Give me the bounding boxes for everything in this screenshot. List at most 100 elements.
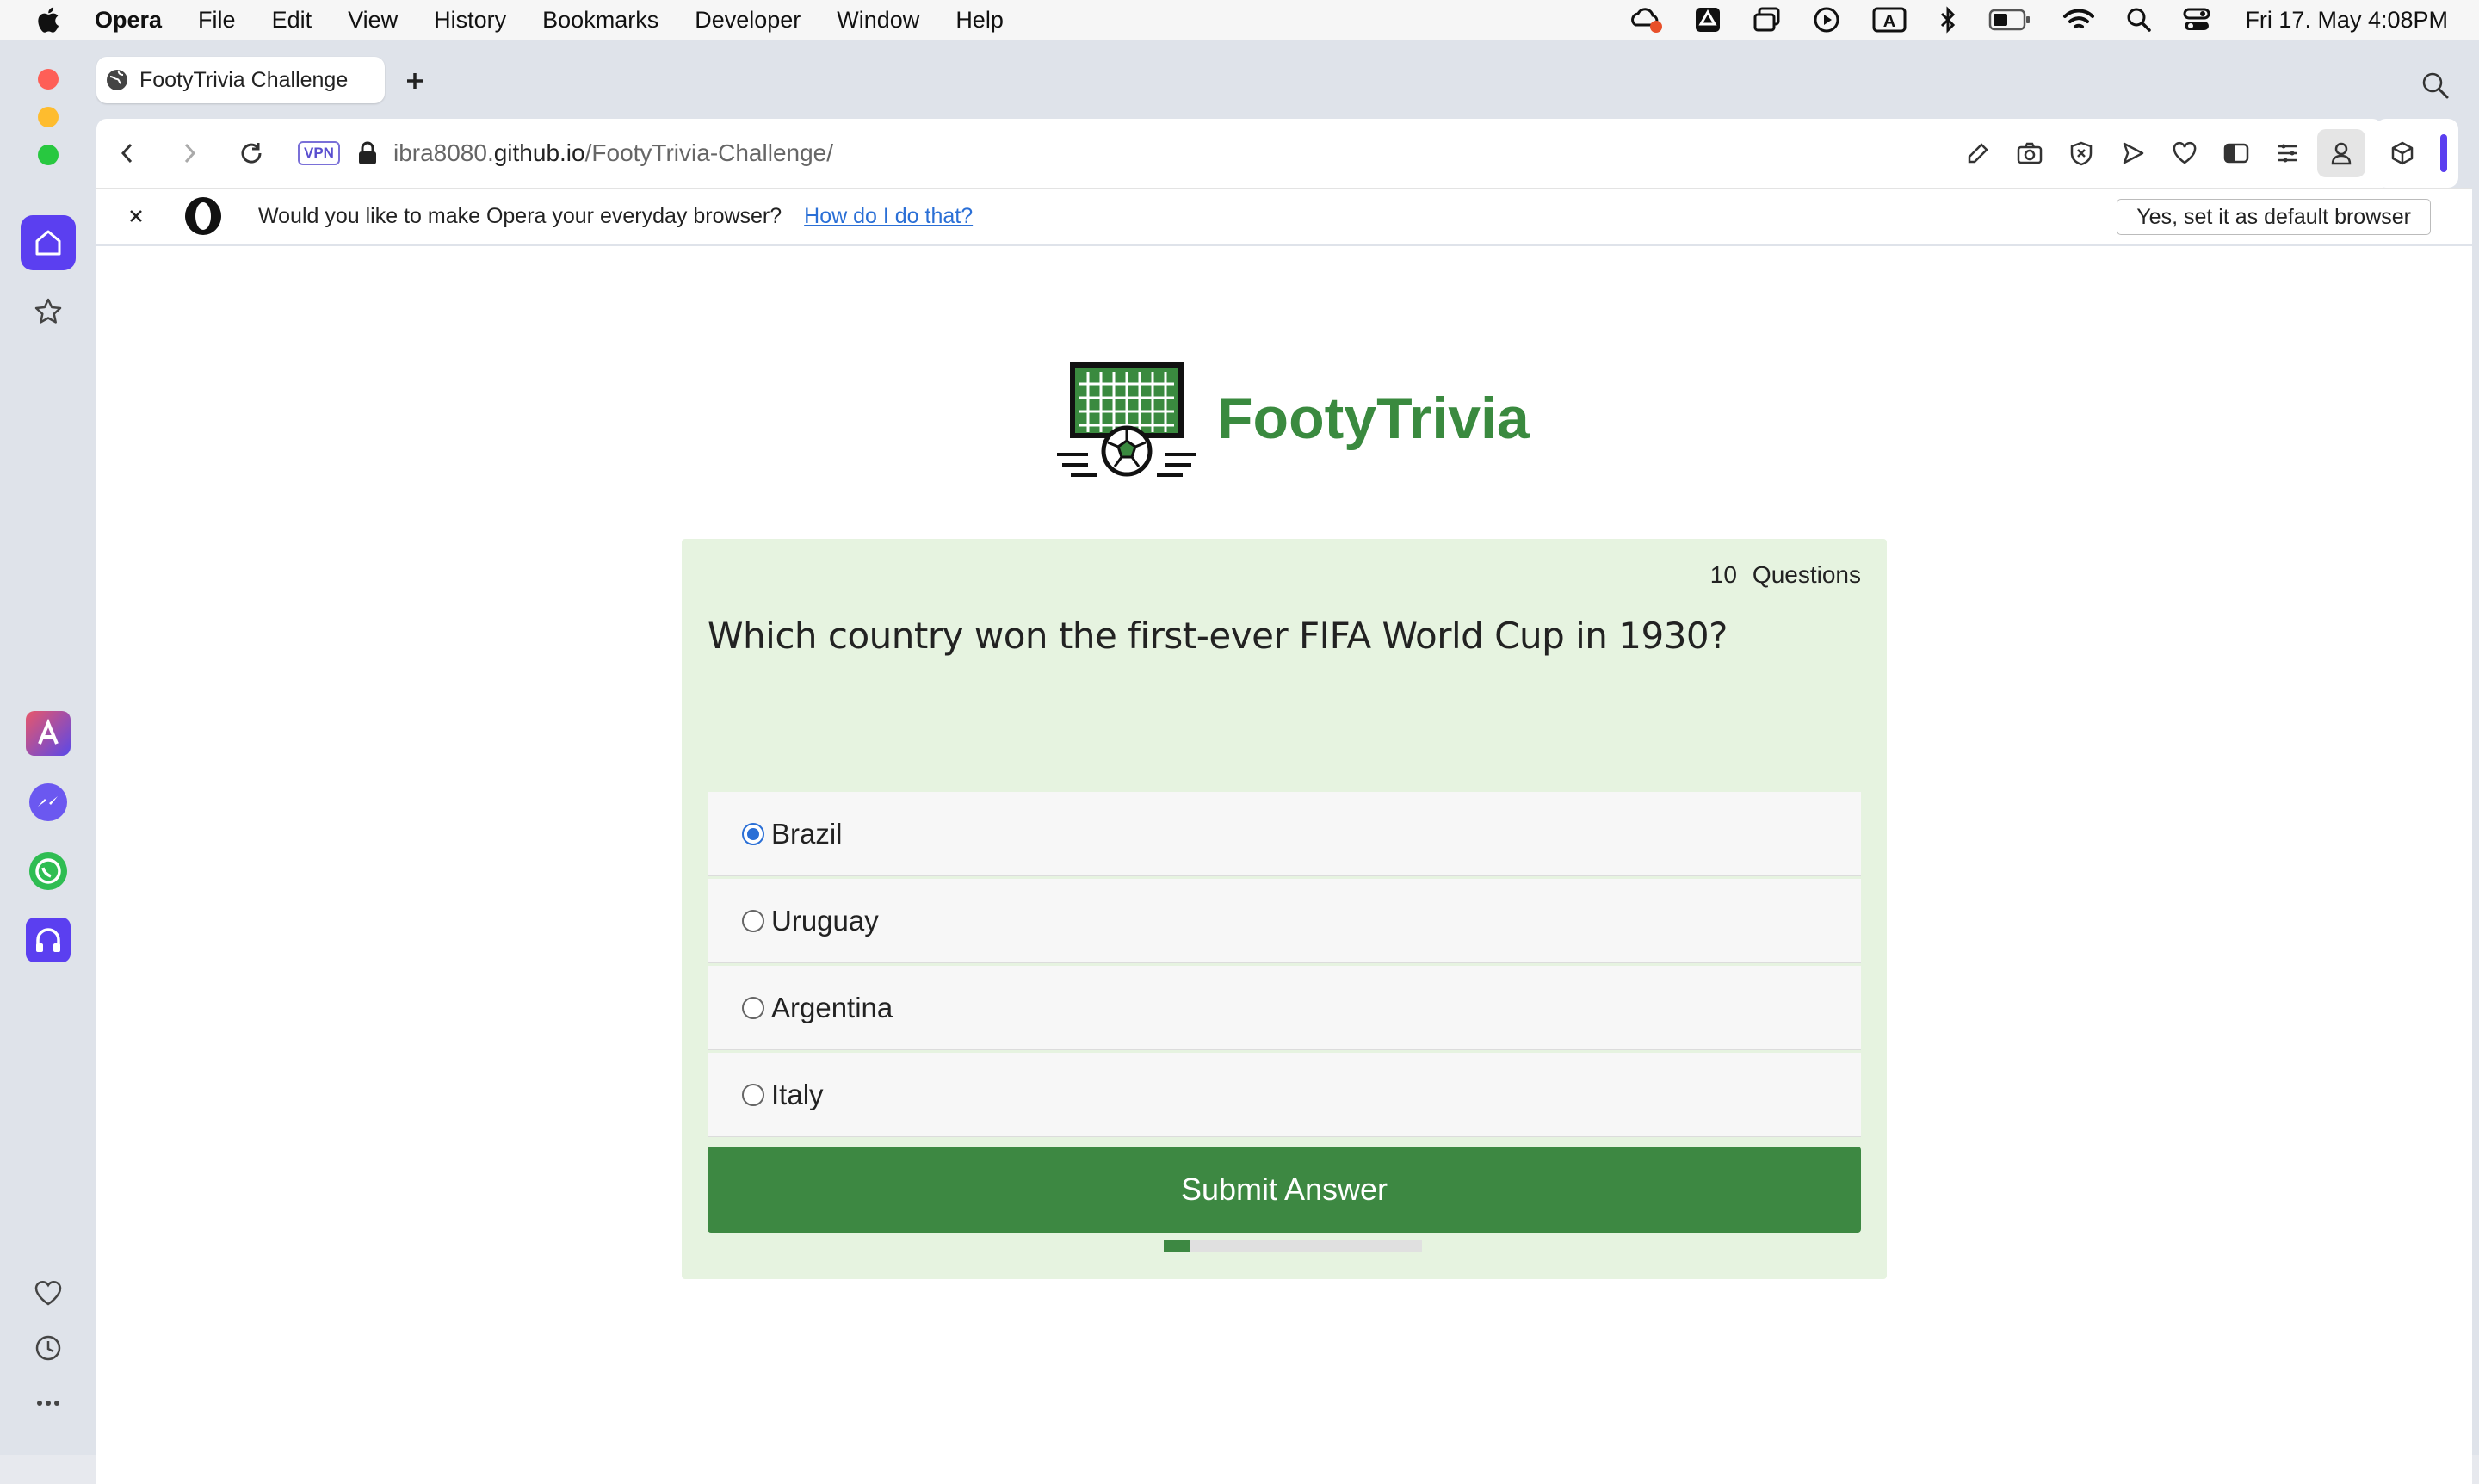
- whatsapp-button[interactable]: [21, 844, 76, 899]
- site-logo[interactable]: FootyTrivia: [1054, 358, 1570, 479]
- drive-icon[interactable]: [1694, 6, 1722, 34]
- menu-app-name[interactable]: Opera: [95, 7, 162, 34]
- menu-edit[interactable]: Edit: [272, 7, 312, 34]
- menu-view[interactable]: View: [348, 7, 398, 34]
- default-browser-infobar: Would you like to make Opera your everyd…: [96, 188, 2472, 244]
- svg-text:A: A: [1883, 12, 1895, 31]
- radio-button[interactable]: [742, 822, 764, 845]
- site-brand-name: FootyTrivia: [1217, 386, 1530, 451]
- close-icon: [130, 210, 142, 222]
- home-icon: [35, 230, 61, 256]
- bookmarks-button[interactable]: [21, 284, 76, 339]
- heart-icon[interactable]: [2169, 138, 2200, 169]
- globe-icon: [107, 70, 127, 90]
- answer-label: Argentina: [771, 991, 893, 1023]
- more-icon: [37, 1401, 59, 1406]
- zoom-window-button[interactable]: [38, 145, 59, 165]
- address-bar: VPN ibra8080.github.io/FootyTrivia-Chall…: [96, 119, 2383, 188]
- play-icon[interactable]: [1813, 6, 1840, 34]
- soccer-goal-icon: [1057, 362, 1196, 477]
- tab-title: FootyTrivia Challenge: [139, 67, 349, 92]
- home-button[interactable]: [21, 215, 76, 270]
- menubar-clock[interactable]: Fri 17. May 4:08PM: [2245, 7, 2448, 34]
- answer-option-uruguay[interactable]: Uruguay: [708, 879, 1861, 963]
- easy-setup-icon[interactable]: [2272, 138, 2303, 169]
- radio-button[interactable]: [742, 909, 764, 932]
- menu-bookmarks[interactable]: Bookmarks: [542, 7, 658, 34]
- toolbar-icons: [1942, 119, 2365, 188]
- answer-option-italy[interactable]: Italy: [708, 1053, 1861, 1137]
- menu-developer[interactable]: Developer: [695, 7, 801, 34]
- web-page: FootyTrivia 10 Questions Which country wo…: [96, 246, 2472, 1484]
- new-tab-button[interactable]: [401, 67, 429, 95]
- url-host-prefix: ibra8080.: [393, 139, 494, 166]
- status-area: A Fri 17. May 4:08PM: [1598, 0, 2448, 40]
- headphones-icon: [26, 918, 71, 962]
- search-icon[interactable]: [2126, 7, 2152, 33]
- radio-button[interactable]: [742, 1083, 764, 1106]
- menu-history[interactable]: History: [434, 7, 506, 34]
- answer-label: Brazil: [771, 817, 843, 850]
- favorites-button[interactable]: [21, 1265, 76, 1320]
- send-icon[interactable]: [2117, 138, 2148, 169]
- messenger-icon: [29, 783, 67, 821]
- submit-answer-button[interactable]: Submit Answer: [708, 1147, 1861, 1233]
- chevron-left-icon: [121, 143, 133, 164]
- keyboard-input-icon[interactable]: A: [1871, 6, 1907, 34]
- windows-icon[interactable]: [1753, 6, 1782, 34]
- creative-cloud-icon[interactable]: [1629, 6, 1663, 34]
- url-field[interactable]: ibra8080.github.io/FootyTrivia-Challenge…: [393, 139, 833, 167]
- profile-button[interactable]: [2317, 129, 2365, 177]
- adblock-icon[interactable]: [2066, 138, 2097, 169]
- search-icon: [2422, 72, 2449, 99]
- wifi-icon[interactable]: [2062, 7, 2095, 33]
- menu-help[interactable]: Help: [955, 7, 1004, 34]
- camera-icon[interactable]: [2014, 138, 2045, 169]
- sidebar-toggle-icon[interactable]: [2221, 138, 2252, 169]
- music-player-button[interactable]: [21, 912, 76, 968]
- question-count: 10 Questions: [1710, 561, 1861, 589]
- close-window-button[interactable]: [38, 69, 59, 90]
- messenger-button[interactable]: [21, 775, 76, 830]
- infobar-close-button[interactable]: [121, 201, 151, 232]
- question-count-number: 10: [1709, 561, 1737, 588]
- cube-icon[interactable]: [2387, 138, 2418, 169]
- menu-window[interactable]: Window: [837, 7, 919, 34]
- menu-bar: Opera File Edit View History Bookmarks D…: [0, 0, 2479, 40]
- aria-button[interactable]: [21, 706, 76, 761]
- vpn-badge[interactable]: VPN: [298, 141, 340, 165]
- whatsapp-icon: [29, 852, 67, 890]
- browser-window: FootyTrivia Challenge VPN ibra8080.githu…: [0, 40, 2479, 1484]
- answer-option-brazil[interactable]: Brazil: [708, 792, 1861, 876]
- question-text: Which country won the first-ever FIFA Wo…: [708, 615, 1728, 657]
- more-button[interactable]: [21, 1376, 76, 1431]
- extensions-area: [2376, 119, 2458, 188]
- tab-search-button[interactable]: [2420, 71, 2450, 104]
- forward-button[interactable]: [174, 138, 205, 169]
- infobar-help-link[interactable]: How do I do that?: [804, 204, 973, 229]
- history-button[interactable]: [21, 1320, 76, 1376]
- set-default-browser-button[interactable]: Yes, set it as default browser: [2117, 199, 2431, 235]
- menu-file[interactable]: File: [198, 7, 236, 34]
- star-icon: [34, 298, 62, 324]
- scroll-indicator[interactable]: [2440, 134, 2447, 172]
- minimize-window-button[interactable]: [38, 107, 59, 127]
- url-host: github.io: [493, 139, 585, 166]
- edit-icon[interactable]: [1963, 138, 1994, 169]
- battery-icon[interactable]: [1988, 8, 2031, 32]
- reload-button[interactable]: [236, 138, 267, 169]
- user-icon: [2331, 142, 2352, 165]
- url-path: /FootyTrivia-Challenge/: [584, 139, 834, 166]
- bluetooth-icon[interactable]: [1938, 6, 1957, 34]
- reload-icon: [241, 143, 262, 164]
- lock-icon[interactable]: [357, 140, 378, 166]
- quiz-card: 10 Questions Which country won the first-…: [682, 539, 1887, 1279]
- back-button[interactable]: [112, 138, 143, 169]
- chevron-right-icon: [184, 143, 196, 164]
- tab-footytrivia[interactable]: FootyTrivia Challenge: [96, 57, 385, 103]
- control-center-icon[interactable]: [2183, 7, 2210, 33]
- radio-button[interactable]: [742, 996, 764, 1019]
- apple-icon[interactable]: [34, 5, 60, 34]
- answer-option-argentina[interactable]: Argentina: [708, 966, 1861, 1050]
- opera-sidebar: [0, 40, 95, 1455]
